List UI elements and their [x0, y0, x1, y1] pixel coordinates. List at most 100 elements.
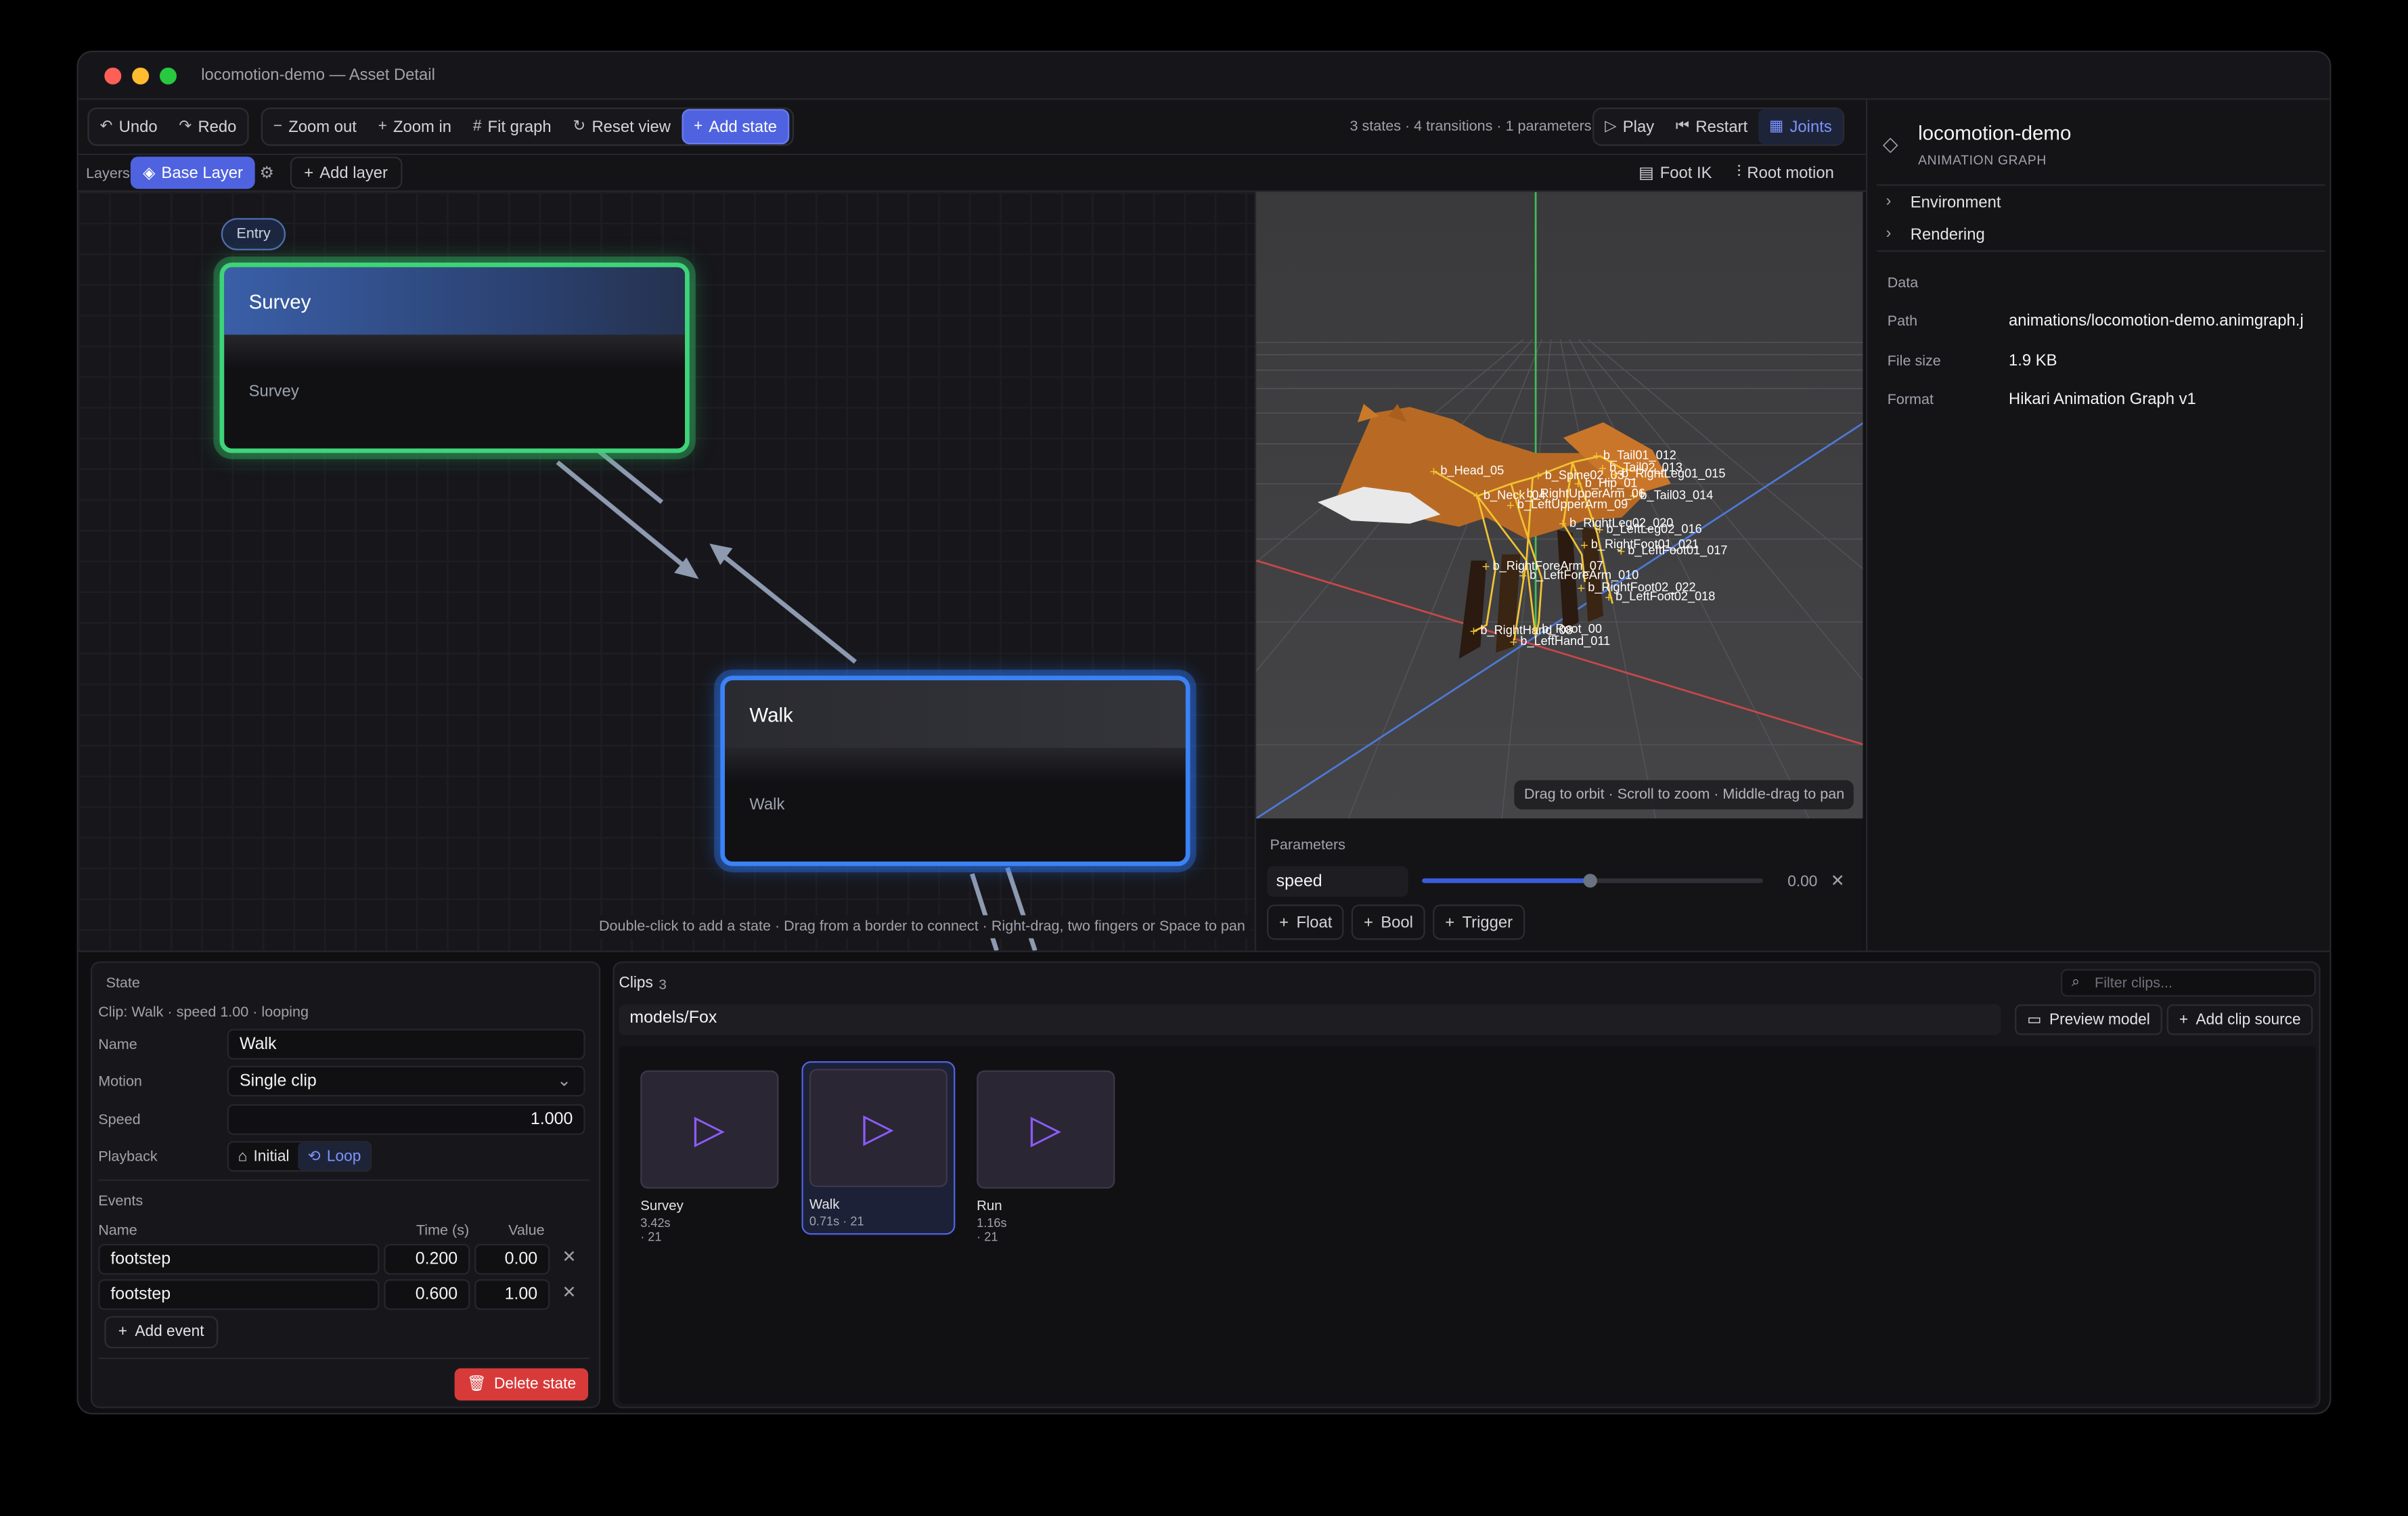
- joint-marker-icon: +: [1617, 544, 1625, 559]
- node-title: Survey: [224, 267, 686, 335]
- play-label: Play: [1622, 117, 1655, 136]
- state-summary: Clip: Walk · speed 1.00 · looping: [98, 1004, 309, 1021]
- root-motion-toggle[interactable]: ⫶ Root motion: [1724, 156, 1846, 189]
- zoom-in-label: Zoom in: [393, 117, 452, 136]
- parameter-slider[interactable]: [1422, 874, 1763, 888]
- layer-tab-label: Base Layer: [161, 163, 243, 182]
- chevron-right-icon: ›: [1886, 224, 1892, 243]
- minimize-window-button[interactable]: [132, 67, 150, 85]
- transition-walk-run[interactable]: [970, 873, 999, 951]
- view-group: − Zoom out + Zoom in # Fit graph ↻ Reset vie…: [261, 107, 795, 146]
- reset-view-button[interactable]: ↻ Reset view: [562, 109, 681, 144]
- section-environment[interactable]: Environment: [1911, 194, 2001, 212]
- event-time-field[interactable]: 0.200: [384, 1243, 470, 1275]
- layers-icon: ◈: [143, 163, 156, 182]
- add-layer-button[interactable]: + Add layer: [290, 156, 402, 190]
- loop-toggle[interactable]: ⟲ Loop: [298, 1142, 370, 1171]
- grid-icon: #: [472, 118, 482, 135]
- undo-button[interactable]: ↶ Undo: [89, 109, 169, 144]
- state-name-field[interactable]: Walk: [227, 1029, 585, 1060]
- add-event-label: Add event: [135, 1323, 204, 1341]
- chevron-right-icon: ›: [1886, 192, 1892, 210]
- event-name-field[interactable]: footstep: [98, 1279, 380, 1310]
- clip-source-field[interactable]: models/Fox: [619, 1004, 2001, 1035]
- speed-field[interactable]: 1.000: [227, 1104, 585, 1135]
- play-button[interactable]: ▷ Play: [1594, 109, 1665, 144]
- add-bool-button[interactable]: + Bool: [1351, 904, 1426, 940]
- loop-icon: ⟲: [307, 1148, 321, 1165]
- chevron-down-icon: ⌄: [557, 1071, 572, 1091]
- transition-survey-walk[interactable]: [556, 460, 687, 568]
- add-event-button[interactable]: + Add event: [104, 1316, 218, 1349]
- motion-label: Motion: [98, 1073, 142, 1091]
- section-rendering[interactable]: Rendering: [1911, 226, 1985, 244]
- viewport-hint: Drag to orbit · Scroll to zoom · Middle-…: [1515, 780, 1854, 809]
- remove-event-button[interactable]: ✕: [562, 1283, 576, 1302]
- layer-settings-button[interactable]: ⚙: [253, 156, 280, 189]
- root-motion-icon: ⫶: [1737, 162, 1741, 181]
- clips-title: Clips: [619, 975, 653, 992]
- name-label: Name: [98, 1036, 137, 1054]
- entry-node[interactable]: Entry: [221, 218, 286, 250]
- state-graph-canvas[interactable]: Entry Survey Survey Walk Walk Double-cli…: [78, 192, 1255, 951]
- clip-thumbnail: ▷: [977, 1070, 1115, 1189]
- joints-icon: ▦: [1768, 118, 1784, 135]
- joints-toggle[interactable]: ▦ Joints: [1758, 109, 1843, 145]
- state-node-survey[interactable]: Survey Survey: [219, 263, 690, 453]
- add-clip-source-label: Add clip source: [2195, 1011, 2301, 1029]
- zoom-out-label: Zoom out: [288, 117, 357, 136]
- joint-marker-icon: +: [1516, 487, 1524, 502]
- clip-card-walk[interactable]: ▷ Walk 0.71s · 21: [801, 1061, 956, 1235]
- close-window-button[interactable]: [104, 67, 122, 85]
- clip-meta: 0.71s · 21: [809, 1214, 864, 1229]
- motion-value: Single clip: [239, 1071, 317, 1091]
- restart-button[interactable]: ⏮ Restart: [1665, 109, 1758, 144]
- initial-toggle[interactable]: ⌂ Initial: [229, 1148, 298, 1165]
- plus-icon: +: [378, 118, 387, 135]
- add-state-button[interactable]: + Add state: [681, 109, 790, 145]
- slider-fill: [1422, 878, 1589, 883]
- foot-ik-toggle[interactable]: ▤ Foot IK: [1626, 156, 1724, 189]
- event-value-field[interactable]: 1.00: [474, 1279, 550, 1310]
- restart-icon: ⏮: [1675, 118, 1690, 135]
- layer-tab-base[interactable]: ◈ Base Layer: [130, 156, 256, 190]
- maximize-window-button[interactable]: [159, 67, 177, 85]
- add-clip-source-button[interactable]: + Add clip source: [2166, 1004, 2313, 1035]
- zoom-out-button[interactable]: − Zoom out: [263, 109, 367, 144]
- parameter-name-field[interactable]: speed: [1267, 866, 1408, 897]
- add-trigger-button[interactable]: + Trigger: [1433, 904, 1525, 940]
- joint-label: b_Head_05: [1440, 464, 1504, 478]
- redo-icon: ↷: [179, 118, 192, 135]
- joint-label: b_LeftFoot01_017: [1628, 543, 1727, 558]
- remove-parameter-button[interactable]: ✕: [1831, 871, 1845, 891]
- trash-icon: 🗑: [466, 1376, 487, 1394]
- zoom-in-button[interactable]: + Zoom in: [367, 109, 462, 144]
- file-size-label: File size: [1887, 353, 1941, 370]
- event-time-field[interactable]: 0.600: [384, 1279, 470, 1310]
- state-node-walk[interactable]: Walk Walk: [720, 675, 1190, 866]
- transition-walk-survey[interactable]: [721, 554, 857, 664]
- fit-graph-button[interactable]: # Fit graph: [462, 109, 562, 144]
- slider-handle[interactable]: [1582, 874, 1597, 888]
- event-value-field[interactable]: 0.00: [474, 1243, 550, 1275]
- preview-model-label: Preview model: [2049, 1011, 2150, 1029]
- add-float-button[interactable]: + Float: [1267, 904, 1345, 940]
- event-name-field[interactable]: footstep: [98, 1243, 380, 1275]
- clip-name: Survey: [640, 1197, 684, 1213]
- 3d-viewport[interactable]: + b_Head_05 + b_Neck_04 + b_Spine02_03 + b_Hip_…: [1254, 192, 1863, 819]
- remove-event-button[interactable]: ✕: [562, 1247, 576, 1267]
- layer-bar: Layers ◈ Base Layer ⚙ + Add layer ▤ Foot IK…: [78, 155, 1866, 192]
- node-clip-label: Survey: [224, 334, 686, 449]
- redo-button[interactable]: ↷ Redo: [168, 109, 247, 144]
- joint-label: b_LeftLeg02_016: [1606, 522, 1701, 536]
- plus-icon: +: [118, 1323, 127, 1341]
- path-value: animations/locomotion-demo.animgraph.j: [2008, 311, 2304, 330]
- preview-model-button[interactable]: ▭ Preview model: [2015, 1004, 2162, 1035]
- play-icon: ▷: [1605, 118, 1617, 135]
- motion-select[interactable]: Single clip ⌄: [227, 1065, 585, 1097]
- foot-ik-label: Foot IK: [1659, 163, 1712, 182]
- joint-label: b_Tail03_014: [1640, 488, 1713, 502]
- filter-clips-input[interactable]: ⌕ Filter clips...: [2061, 968, 2316, 997]
- delete-state-button[interactable]: 🗑 Delete state: [454, 1368, 589, 1401]
- path-label: Path: [1887, 313, 1918, 330]
